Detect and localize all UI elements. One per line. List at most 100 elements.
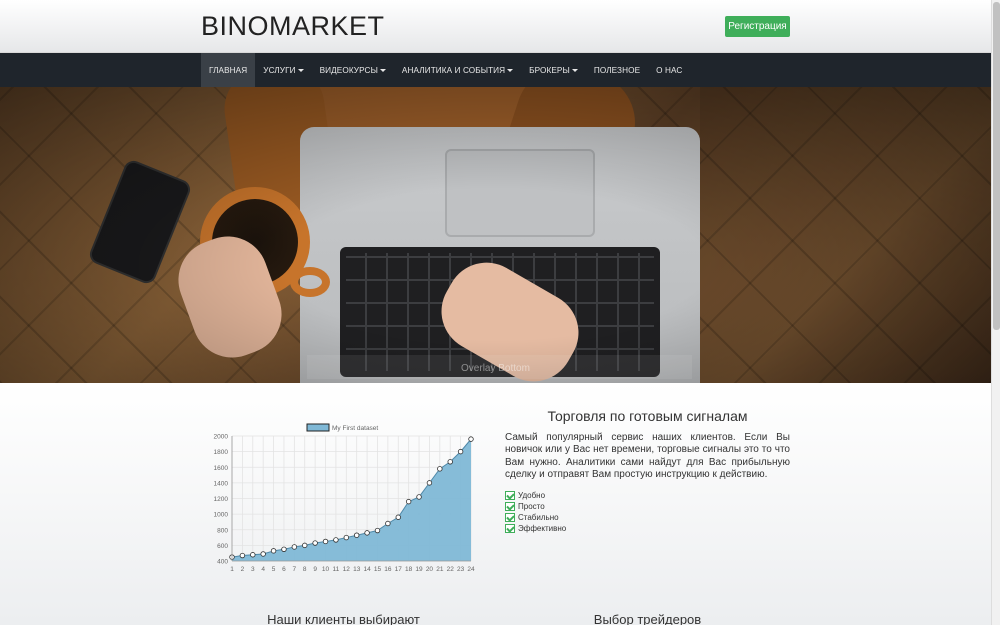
- x-tick-label: 3: [251, 566, 255, 573]
- checkbox-checked-icon: [505, 502, 515, 511]
- data-point: [302, 542, 308, 549]
- x-tick-label: 4: [261, 566, 265, 573]
- page-scrollbar[interactable]: [991, 0, 1000, 625]
- nav-item-label: ГЛАВНАЯ: [209, 65, 248, 75]
- y-tick-label: 400: [217, 559, 228, 566]
- y-tick-label: 800: [217, 527, 228, 534]
- x-tick-label: 12: [343, 566, 351, 573]
- data-point: [447, 459, 453, 465]
- data-point: [426, 480, 433, 486]
- caret-down-icon: [297, 68, 304, 72]
- nav-item-2[interactable]: УСЛУГИ: [255, 53, 311, 87]
- nav-item-label: ВИДЕОКУРСЫ: [319, 65, 378, 75]
- data-point: [416, 494, 422, 500]
- x-tick-label: 1: [230, 566, 234, 573]
- hero-vignette: [0, 87, 991, 383]
- nav-item-6[interactable]: ПОЛЕЗНОЕ: [586, 53, 648, 87]
- feature-item: Стабильно: [505, 512, 566, 523]
- y-tick-label: 1200: [214, 496, 229, 503]
- feature-label: Удобно: [518, 491, 546, 500]
- y-tick-label: 600: [217, 543, 228, 550]
- site-logo[interactable]: BINOMARKET: [201, 11, 385, 42]
- nav-item-label: УСЛУГИ: [263, 65, 296, 75]
- x-tick-label: 10: [322, 566, 330, 573]
- x-tick-label: 24: [467, 566, 475, 573]
- x-tick-label: 5: [272, 566, 276, 573]
- nav-item-5[interactable]: БРОКЕРЫ: [521, 53, 586, 87]
- feature-label: Стабильно: [518, 513, 559, 522]
- x-tick-label: 13: [353, 566, 361, 573]
- data-point: [364, 530, 370, 536]
- x-tick-label: 16: [384, 566, 392, 573]
- data-point: [312, 540, 318, 546]
- traders-title: Выбор трейдеров: [593, 612, 702, 625]
- x-tick-label: 7: [293, 566, 297, 573]
- feature-item: Эффективно: [505, 523, 566, 534]
- data-point: [333, 537, 339, 543]
- checkbox-checked-icon: [505, 513, 515, 522]
- caret-down-icon: [507, 68, 514, 72]
- y-tick-label: 1000: [214, 512, 229, 519]
- x-tick-label: 19: [415, 566, 423, 573]
- feature-item: Удобно: [505, 490, 566, 501]
- data-point: [343, 534, 350, 541]
- nav-item-1[interactable]: ГЛАВНАЯ: [201, 53, 256, 87]
- x-tick-label: 9: [313, 566, 317, 573]
- feature-item: Просто: [505, 501, 566, 512]
- nav-item-label: АНАЛИТИКА И СОБЫТИЯ: [401, 65, 506, 75]
- checkbox-checked-icon: [505, 524, 515, 533]
- caret-down-icon: [571, 68, 578, 72]
- data-point: [395, 514, 401, 520]
- data-point: [405, 498, 412, 505]
- x-tick-label: 14: [363, 566, 371, 573]
- x-tick-label: 17: [395, 566, 403, 573]
- register-button[interactable]: Регистрация: [725, 16, 790, 37]
- data-point: [281, 546, 287, 552]
- x-tick-label: 2: [241, 566, 245, 573]
- content-section: [0, 383, 991, 625]
- features-list: Удобно Просто Стабильно Эффективно: [505, 490, 566, 534]
- x-tick-label: 11: [333, 566, 340, 573]
- y-tick-label: 1400: [214, 480, 229, 487]
- nav-item-label: БРОКЕРЫ: [529, 65, 570, 75]
- data-point: [385, 520, 391, 527]
- area-chart: My First dataset 400 600 800 1000 1200 1400 160…: [214, 423, 475, 573]
- data-point: [437, 466, 443, 472]
- data-point: [260, 551, 266, 557]
- data-point: [468, 436, 474, 442]
- nav-item-7[interactable]: О НАС: [648, 53, 690, 87]
- data-point: [353, 532, 360, 538]
- x-tick-label: 6: [282, 566, 286, 573]
- x-tick-label: 15: [374, 566, 382, 573]
- nav-item-4[interactable]: АНАЛИТИКА И СОБЫТИЯ: [394, 53, 521, 87]
- series-area: [232, 439, 471, 561]
- hero-image: Overlay Bottom: [0, 87, 991, 383]
- nav-item-label: О НАС: [656, 65, 683, 75]
- y-tick-label: 1800: [214, 449, 229, 456]
- scrollbar-thumb[interactable]: [993, 2, 1000, 330]
- x-tick-label: 18: [405, 566, 413, 573]
- x-tick-label: 23: [457, 566, 465, 573]
- data-point: [239, 552, 246, 559]
- legend-swatch: [306, 423, 330, 432]
- y-tick-label: 2000: [214, 434, 229, 441]
- data-point: [291, 544, 298, 550]
- hero-caption: Overlay Bottom: [461, 363, 530, 374]
- header-bar: BINOMARKET Регистрация: [0, 0, 991, 53]
- feature-label: Эффективно: [518, 524, 567, 533]
- x-tick-label: 21: [436, 566, 444, 573]
- x-tick-label: 20: [426, 566, 434, 573]
- main-navbar: ГЛАВНАЯ УСЛУГИ ВИДЕОКУРСЫ АНАЛИТИКА И СОБЫТ…: [0, 53, 991, 87]
- legend-label: My First dataset: [332, 425, 378, 432]
- data-point: [250, 552, 256, 558]
- caret-down-icon: [379, 68, 386, 72]
- x-tick-label: 22: [447, 566, 455, 573]
- y-tick-label: 1600: [214, 465, 229, 472]
- checkbox-checked-icon: [505, 491, 515, 500]
- clients-title: Наши клиенты выбирают: [267, 612, 420, 625]
- data-point: [457, 448, 464, 455]
- data-point: [270, 548, 277, 554]
- nav-item-3[interactable]: ВИДЕОКУРСЫ: [312, 53, 394, 87]
- nav-item-label: ПОЛЕЗНОЕ: [593, 65, 641, 75]
- signals-title: Торговля по готовым сигналам: [547, 408, 748, 424]
